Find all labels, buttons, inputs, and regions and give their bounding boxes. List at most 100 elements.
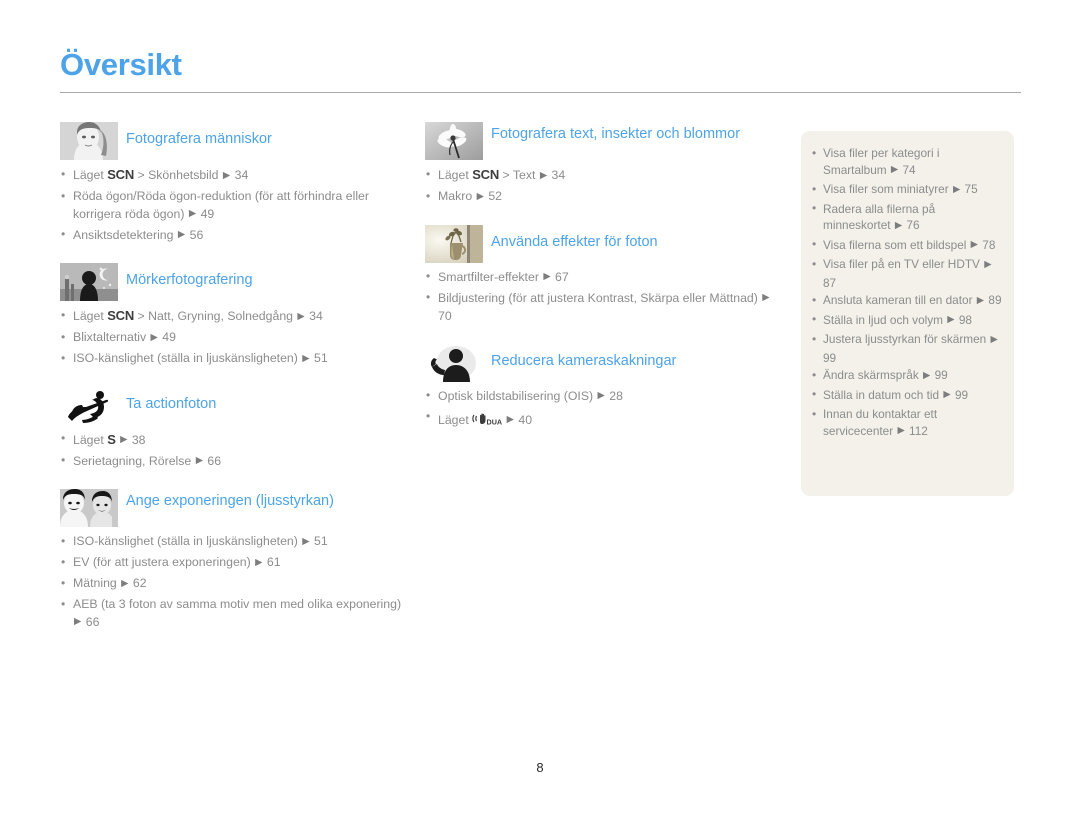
sidebar-list-item[interactable]: Ställa in datum och tid ▶ 99 [811, 386, 1002, 406]
item-text: ISO-känslighet (ställa in ljuskänslighet… [73, 534, 302, 548]
section-title[interactable]: Mörkerfotografering [126, 263, 253, 290]
mode-label: SCN [472, 167, 500, 182]
sidebar-list-item[interactable]: Visa filerna som ett bildspel ▶ 78 [811, 236, 1002, 256]
item-text: Serietagning, Rörelse [73, 453, 195, 468]
two-faces-thumbnail [60, 489, 118, 527]
page-ref-number: 34 [231, 168, 249, 182]
page-ref-arrow-icon: ▶ [188, 208, 197, 219]
portrait-woman-thumbnail [60, 122, 118, 160]
item-text: Ansluta kameran till en dator [823, 293, 976, 307]
sidebar-list: Visa filer per kategori i Smartalbum ▶ 7… [811, 145, 1002, 441]
page-title: Översikt [60, 47, 182, 82]
item-text: Visa filer som miniatyrer [823, 182, 952, 196]
sidebar-list-item[interactable]: Ändra skärmspråk ▶ 99 [811, 367, 1002, 386]
page-ref-arrow-icon: ▶ [947, 314, 955, 325]
page-ref-number: 78 [978, 237, 996, 252]
page-ref-number: 74 [899, 162, 916, 177]
topic-list-item[interactable]: Serietagning, Rörelse ▶ 66 [60, 452, 410, 472]
topic-item-list: ISO-känslighet (ställa in ljuskänslighet… [60, 533, 410, 632]
item-text: ISO-känslighet (ställa in ljuskänslighet… [73, 351, 302, 365]
page-ref-arrow-icon: ▶ [121, 577, 129, 589]
item-text: Makro [438, 189, 476, 203]
page-ref-number: 49 [197, 206, 215, 221]
topic-section: Ta actionfotonLäget S ▶ 38Serietagning, … [60, 387, 410, 472]
item-text: Visa filer per kategori i Smartalbum [823, 146, 940, 177]
topic-list-item[interactable]: Bildjustering (för att justera Kontrast,… [425, 289, 775, 326]
item-text: Justera ljusstyrkan för skärmen [823, 332, 990, 346]
topic-list-item[interactable]: Mätning ▶ 62 [60, 575, 410, 594]
page-ref-arrow-icon: ▶ [120, 434, 128, 445]
page-ref-number: 38 [128, 432, 146, 447]
item-text: Visa filer på en TV eller HDTV [823, 257, 984, 271]
page-ref-arrow-icon: ▶ [976, 294, 985, 306]
sidebar-list-item[interactable]: Visa filer på en TV eller HDTV ▶ 87 [811, 256, 1002, 291]
page-ref-number: 51 [310, 534, 328, 548]
page-ref-number: 76 [903, 218, 920, 232]
sidebar-list-item[interactable]: Visa filer som miniatyrer ▶ 75 [811, 181, 1002, 200]
item-text: > Text [499, 168, 539, 182]
page-ref-arrow-icon: ▶ [984, 258, 992, 270]
page-ref-arrow-icon: ▶ [74, 616, 82, 627]
item-text: Visa filerna som ett bildspel [823, 237, 970, 252]
page-ref-arrow-icon: ▶ [255, 556, 263, 568]
section-title[interactable]: Fotografera människor [126, 122, 272, 149]
sidebar-list-item[interactable]: Innan du kontaktar ett servicecenter ▶ 1… [811, 406, 1002, 441]
page-ref-arrow-icon: ▶ [762, 292, 770, 303]
topic-list-item[interactable]: Röda ögon/Röda ögon-reduktion (för att f… [60, 188, 410, 224]
topic-list-item[interactable]: Makro ▶ 52 [425, 188, 775, 207]
section-header: Använda effekter för foton [425, 224, 775, 263]
topic-list-item[interactable]: ISO-känslighet (ställa in ljuskänslighet… [60, 350, 410, 369]
page-ref-arrow-icon: ▶ [297, 310, 305, 322]
section-header: Ange exponeringen (ljusstyrkan) [60, 489, 410, 527]
dual-mode-icon: DUAL [472, 411, 502, 426]
page-ref-number: 66 [82, 614, 100, 629]
page-ref-arrow-icon: ▶ [943, 389, 951, 400]
page-ref-number: 99 [931, 368, 948, 382]
sidebar-list-item[interactable]: Radera alla filerna på minneskortet ▶ 76 [811, 200, 1002, 236]
sidebar-list-item[interactable]: Visa filer per kategori i Smartalbum ▶ 7… [811, 145, 1002, 180]
item-text: Smartfilter-effekter [438, 269, 543, 284]
mode-label: SCN [107, 167, 135, 182]
page-ref-arrow-icon: ▶ [177, 229, 186, 240]
sidebar-list-item[interactable]: Justera ljusstyrkan för skärmen ▶ 99 [811, 331, 1002, 366]
topic-list-item[interactable]: Läget S ▶ 38 [60, 430, 410, 451]
reference-sidebar-card: Visa filer per kategori i Smartalbum ▶ 7… [801, 131, 1014, 496]
page-ref-arrow-icon: ▶ [476, 190, 484, 202]
section-title[interactable]: Ta actionfoton [126, 387, 216, 414]
topic-list-item[interactable]: Läget SCN > Text ▶ 34 [425, 166, 775, 186]
item-prefix: Läget [73, 309, 108, 323]
sidebar-list-item[interactable]: Ställa in ljud och volym ▶ 98 [811, 311, 1002, 331]
section-title[interactable]: Fotografera text, insekter och blommor [491, 122, 740, 144]
page-ref-number: 75 [961, 182, 978, 196]
page-ref-arrow-icon: ▶ [506, 414, 514, 425]
page-ref-arrow-icon: ▶ [897, 425, 905, 436]
topic-list-item[interactable]: Blixtalternativ ▶ 49 [60, 329, 410, 348]
night-scene-thumbnail [60, 263, 118, 301]
topic-item-list: Läget S ▶ 38Serietagning, Rörelse ▶ 66 [60, 430, 410, 472]
page-ref-arrow-icon: ▶ [543, 271, 551, 282]
topic-list-item[interactable]: EV (för att justera exponeringen) ▶ 61 [60, 554, 410, 573]
topic-section: Mörkerfotografering Läget SCN > Natt, Gry… [60, 263, 410, 369]
page-ref-number: 62 [129, 576, 147, 590]
section-title[interactable]: Använda effekter för foton [491, 225, 658, 252]
item-text: Ansiktsdetektering [73, 227, 177, 242]
section-title[interactable]: Reducera kameraskakningar [491, 344, 676, 371]
page-ref-number: 70 [438, 309, 452, 323]
topic-list-item[interactable]: Ansiktsdetektering ▶ 56 [60, 226, 410, 246]
topic-list-item[interactable]: ISO-känslighet (ställa in ljuskänslighet… [60, 533, 410, 552]
item-text: Röda ögon/Röda ögon-reduktion (för att f… [73, 189, 369, 221]
sidebar-list-item[interactable]: Ansluta kameran till en dator ▶ 89 [811, 292, 1002, 311]
topic-list-item[interactable]: Läget SCN > Skönhetsbild ▶ 34 [60, 166, 410, 186]
topic-list-item[interactable]: Smartfilter-effekter ▶ 67 [425, 268, 775, 288]
topic-list-item[interactable]: AEB (ta 3 foton av samma motiv men med o… [60, 596, 410, 632]
topic-list-item[interactable]: Läget SCN > Natt, Gryning, Solnedgång ▶ … [60, 307, 410, 327]
item-prefix: Läget [438, 168, 473, 182]
topic-list-item[interactable]: Läget DUAL ▶ 40 [425, 408, 775, 431]
page-ref-number: 61 [263, 555, 281, 569]
topic-list-item[interactable]: Optisk bildstabilisering (OIS) ▶ 28 [425, 387, 775, 407]
snowboarder-thumbnail [60, 387, 118, 425]
page-ref-arrow-icon: ▶ [894, 219, 903, 231]
section-title[interactable]: Ange exponeringen (ljusstyrkan) [126, 489, 334, 511]
item-text: > Natt, Gryning, Solnedgång [134, 309, 297, 323]
flower-thumbnail [425, 122, 483, 160]
